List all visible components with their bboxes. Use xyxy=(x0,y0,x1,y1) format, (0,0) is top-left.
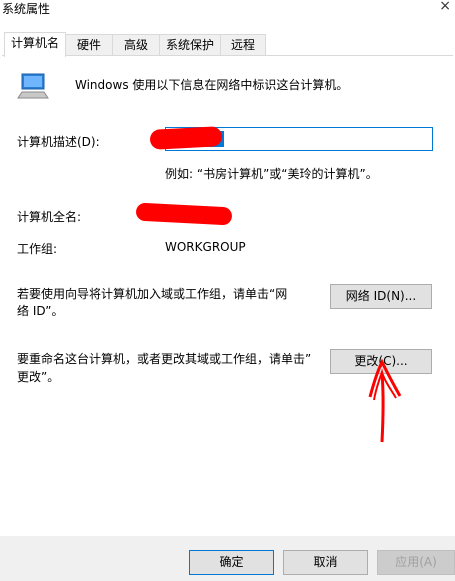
tab-advanced[interactable]: 高级 xyxy=(112,34,160,55)
tab-computer-name[interactable]: 计算机名 xyxy=(4,32,66,57)
full-name-label: 计算机全名: xyxy=(17,210,82,224)
tab-remote[interactable]: 远程 xyxy=(220,34,266,55)
network-id-text-line1: 若要使用向导将计算机加入域或工作组，请单击“网 xyxy=(17,287,288,301)
redaction-mark xyxy=(149,126,223,150)
window-title: 系统属性 xyxy=(2,2,51,16)
tab-hardware[interactable]: 硬件 xyxy=(65,34,113,55)
tab-system-protection[interactable]: 系统保护 xyxy=(159,34,221,55)
rename-text-line2: 更改”。 xyxy=(17,370,60,384)
apply-button[interactable]: 应用(A) xyxy=(377,550,455,575)
description-example: 例如: “书房计算机”或“美玲的计算机”。 xyxy=(165,167,378,181)
ok-button[interactable]: 确定 xyxy=(189,550,274,575)
network-id-text-line2: 络 ID”。 xyxy=(17,304,64,318)
network-id-button[interactable]: 网络 ID(N)... xyxy=(330,284,432,309)
title-bar: 系统属性 × xyxy=(0,0,455,24)
rename-text-line1: 要重命名这台计算机，或者更改其域或工作组，请单击” xyxy=(17,352,312,366)
intro-text: Windows 使用以下信息在网络中标识这台计算机。 xyxy=(75,78,349,92)
description-label: 计算机描述(D): xyxy=(17,135,100,149)
cancel-button[interactable]: 取消 xyxy=(283,550,368,575)
workgroup-value: WORKGROUP xyxy=(165,240,246,254)
annotation-arrow-icon xyxy=(368,358,402,443)
workgroup-label: 工作组: xyxy=(17,242,58,256)
computer-icon xyxy=(17,73,49,99)
close-icon[interactable]: × xyxy=(439,0,451,14)
